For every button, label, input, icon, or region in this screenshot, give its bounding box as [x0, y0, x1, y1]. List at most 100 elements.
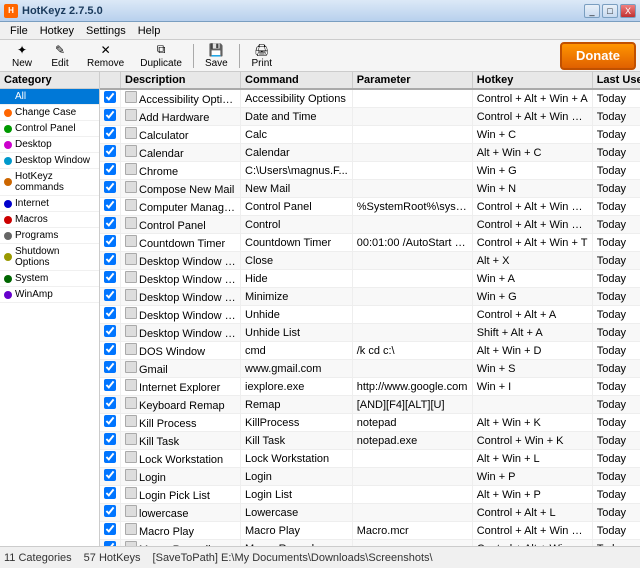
menu-settings[interactable]: Settings [80, 24, 132, 38]
table-row[interactable]: Lock WorkstationLock WorkstationAlt + Wi… [100, 450, 640, 468]
table-row[interactable]: DOS Windowcmd/k cd c:\Alt + Win + DToday… [100, 342, 640, 360]
table-row[interactable]: Desktop Window HideHideWin + AToday0 [100, 270, 640, 288]
sidebar-item-macros[interactable]: Macros [0, 212, 99, 228]
row-checkbox[interactable] [104, 253, 116, 265]
close-button[interactable]: X [620, 4, 636, 18]
titlebar-controls: _ □ X [584, 4, 636, 18]
col-hotkey[interactable]: Hotkey [472, 72, 592, 89]
table-row[interactable]: Macro RecordingMacro RecordControl + Alt… [100, 540, 640, 547]
table-row[interactable]: ChromeC:\Users\magnus.F...Win + GToday0 [100, 162, 640, 180]
sidebar-item-system[interactable]: System [0, 271, 99, 287]
maximize-button[interactable]: □ [602, 4, 618, 18]
duplicate-button[interactable]: ⧉ Duplicate [133, 42, 189, 70]
row-checkbox[interactable] [104, 235, 116, 247]
row-checkbox[interactable] [104, 451, 116, 463]
row-checkbox[interactable] [104, 127, 116, 139]
remove-button[interactable]: ✕ Remove [80, 42, 131, 70]
col-description[interactable]: Description [121, 72, 241, 89]
table-row[interactable]: CalendarCalendarAlt + Win + CToday0 [100, 144, 640, 162]
row-checkbox[interactable] [104, 361, 116, 373]
row-checkbox[interactable] [104, 397, 116, 409]
save-button[interactable]: 💾 Save [198, 42, 235, 70]
minimize-button[interactable]: _ [584, 4, 600, 18]
sidebar-item-desktop-window[interactable]: Desktop Window [0, 153, 99, 169]
sidebar-item-label: Desktop Window [15, 155, 90, 166]
row-checkbox[interactable] [104, 523, 116, 535]
row-checkbox[interactable] [104, 91, 116, 103]
sidebar-item-winamp[interactable]: WinAmp [0, 287, 99, 303]
row-parameter: notepad.exe [352, 432, 472, 450]
edit-button[interactable]: ✎ Edit [42, 42, 78, 70]
edit-icon: ✎ [55, 43, 65, 57]
row-checkbox[interactable] [104, 343, 116, 355]
table-row[interactable]: Add HardwareDate and TimeControl + Alt +… [100, 108, 640, 126]
sidebar-item-internet[interactable]: Internet [0, 196, 99, 212]
table-row[interactable]: Computer ManagementControl Panel%SystemR… [100, 198, 640, 216]
row-checkbox[interactable] [104, 379, 116, 391]
sidebar-item-all[interactable]: All [0, 89, 99, 105]
row-command: Unhide [241, 306, 353, 324]
row-checkbox[interactable] [104, 217, 116, 229]
row-checkbox[interactable] [104, 487, 116, 499]
row-checkbox[interactable] [104, 505, 116, 517]
row-checkbox[interactable] [104, 109, 116, 121]
sidebar-item-desktop[interactable]: Desktop [0, 137, 99, 153]
table-row[interactable]: Gmailwww.gmail.comWin + SToday1 [100, 360, 640, 378]
table-row[interactable]: Login Pick ListLogin ListAlt + Win + PTo… [100, 486, 640, 504]
row-checkbox[interactable] [104, 307, 116, 319]
row-hotkey: Win + S [472, 360, 592, 378]
row-checkbox[interactable] [104, 469, 116, 481]
col-parameter[interactable]: Parameter [352, 72, 472, 89]
table-row[interactable]: Desktop Window Unhide Pick ListUnhide Li… [100, 324, 640, 342]
table-row[interactable]: Keyboard RemapRemap[AND][F4][ALT][U]Toda… [100, 396, 640, 414]
table-row[interactable]: Accessibility OptionsAccessibility Optio… [100, 89, 640, 108]
sidebar-item-label: Desktop [15, 139, 52, 150]
table-row[interactable]: Control PanelControlControl + Alt + Win … [100, 216, 640, 234]
menu-file[interactable]: File [4, 24, 34, 38]
table-row[interactable]: Kill TaskKill Tasknotepad.exeControl + W… [100, 432, 640, 450]
row-checkbox[interactable] [104, 433, 116, 445]
remove-label: Remove [87, 58, 124, 69]
donate-button[interactable]: Donate [560, 42, 636, 70]
table-row[interactable]: Macro PlayMacro PlayMacro.mcrControl + A… [100, 522, 640, 540]
col-command[interactable]: Command [241, 72, 353, 89]
table-row[interactable]: Internet Exploreriexplore.exehttp://www.… [100, 378, 640, 396]
new-button[interactable]: ✦ New [4, 42, 40, 70]
row-description: Macro Recording [121, 540, 241, 547]
sidebar-item-shutdown-options[interactable]: Shutdown Options [0, 244, 99, 271]
menu-hotkey[interactable]: Hotkey [34, 24, 80, 38]
table-row[interactable]: Countdown TimerCountdown Timer00:01:00 /… [100, 234, 640, 252]
row-checkbox[interactable] [104, 415, 116, 427]
table-row[interactable]: Desktop Window CloseCloseAlt + XToday0 [100, 252, 640, 270]
row-checkbox[interactable] [104, 289, 116, 301]
row-checkbox[interactable] [104, 145, 116, 157]
menu-help[interactable]: Help [132, 24, 167, 38]
row-parameter [352, 108, 472, 126]
table-row[interactable]: LoginLoginWin + PToday0 [100, 468, 640, 486]
table-row[interactable]: lowercaseLowercaseControl + Alt + LToday… [100, 504, 640, 522]
row-checkbox[interactable] [104, 325, 116, 337]
row-checkbox[interactable] [104, 163, 116, 175]
table-row[interactable]: CalculatorCalcWin + CToday0 [100, 126, 640, 144]
col-lastused[interactable]: Last Used [592, 72, 640, 89]
row-parameter [352, 324, 472, 342]
table-row[interactable]: Compose New MailNew MailWin + NToday0 [100, 180, 640, 198]
print-button[interactable]: 🖨 Print [244, 42, 280, 70]
sidebar-item-label: Programs [15, 230, 58, 241]
table-container[interactable]: Description Command Parameter Hotkey Las… [100, 72, 640, 546]
table-row[interactable]: Desktop Window MinimizeMinimizeWin + GTo… [100, 288, 640, 306]
row-lastused: Today [592, 504, 640, 522]
row-checkbox[interactable] [104, 271, 116, 283]
row-description: Desktop Window Close [121, 252, 241, 270]
row-hotkey: Control + Win + K [472, 432, 592, 450]
sidebar-item-change-case[interactable]: Change Case [0, 105, 99, 121]
row-checkbox[interactable] [104, 541, 116, 546]
table-row[interactable]: Kill ProcessKillProcessnotepadAlt + Win … [100, 414, 640, 432]
sidebar-item-hotkeyz-commands[interactable]: HotKeyz commands [0, 169, 99, 196]
row-lastused: Today [592, 252, 640, 270]
row-checkbox[interactable] [104, 199, 116, 211]
row-checkbox[interactable] [104, 181, 116, 193]
table-row[interactable]: Desktop Window UnhideUnhideControl + Alt… [100, 306, 640, 324]
sidebar-item-control-panel[interactable]: Control Panel [0, 121, 99, 137]
sidebar-item-programs[interactable]: Programs [0, 228, 99, 244]
